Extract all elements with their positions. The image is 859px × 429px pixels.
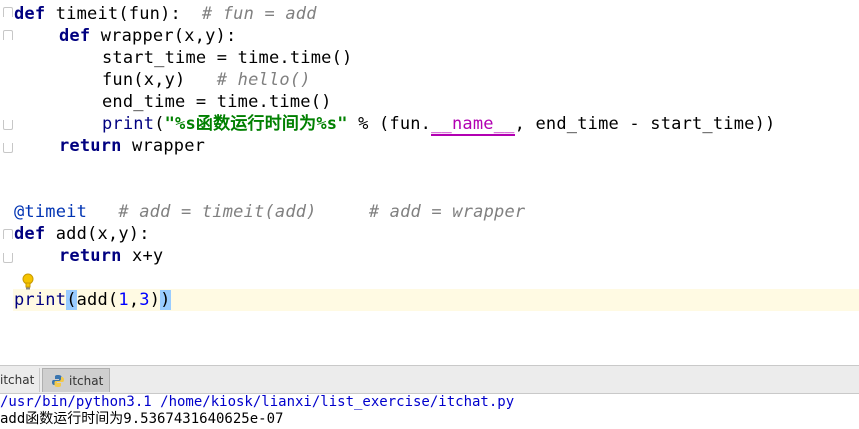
code-line-5[interactable]: end_time = time.time() <box>102 91 332 113</box>
editor-gutter <box>0 0 13 365</box>
keyword-def: def <box>59 26 91 46</box>
code-text: , end_time - start_time)) <box>514 114 776 134</box>
tab-label: itchat <box>0 373 35 387</box>
code-decorator: @timeit <box>14 202 88 222</box>
code-line-7[interactable]: return wrapper <box>59 135 205 157</box>
keyword-def: def <box>14 4 46 24</box>
code-comment: # hello() <box>216 70 311 90</box>
builtin-print: print <box>14 290 67 310</box>
keyword-return: return <box>59 246 122 266</box>
code-paren: ( <box>154 114 165 134</box>
code-line-11[interactable]: def add(x,y): <box>14 223 150 245</box>
code-line-6[interactable]: print("%s函数运行时间为%s" % (fun.__name__, end… <box>102 113 776 136</box>
code-line-12[interactable]: return x+y <box>59 245 163 267</box>
code-editor[interactable]: def timeit(fun): # fun = add def wrapper… <box>0 0 859 365</box>
tab-itchat-active[interactable]: itchat <box>42 368 110 392</box>
code-text: x+y <box>121 246 164 266</box>
code-text: wrapper(x,y): <box>90 26 237 46</box>
code-text: timeit(fun): <box>45 4 202 24</box>
fold-marker-add[interactable] <box>3 229 13 239</box>
fold-marker-wrapper[interactable] <box>3 30 13 40</box>
code-comment: # add = wrapper <box>368 202 526 222</box>
matched-paren-open: ( <box>66 290 77 310</box>
builtin-print: print <box>102 114 155 134</box>
code-line-2[interactable]: def wrapper(x,y): <box>59 25 236 47</box>
code-text: wrapper <box>121 136 206 156</box>
keyword-return: return <box>59 136 122 156</box>
code-text: fun(x,y) <box>102 70 217 90</box>
tab-label: itchat <box>69 374 104 388</box>
code-comment: # add = timeit(add) <box>118 202 317 222</box>
console-command: /usr/bin/python3.1 /home/kiosk/lianxi/li… <box>0 394 515 410</box>
fold-marker-timeit[interactable] <box>3 7 13 17</box>
run-console[interactable]: /usr/bin/python3.1 /home/kiosk/lianxi/li… <box>0 394 859 429</box>
code-line-3[interactable]: start_time = time.time() <box>102 47 352 69</box>
fold-end-add[interactable] <box>3 253 13 263</box>
code-line-4[interactable]: fun(x,y) # hello() <box>102 69 311 91</box>
code-text: start_time = time.time() <box>102 48 353 68</box>
code-text: add(x,y): <box>45 224 150 244</box>
code-line-14[interactable]: print(add(1,3)) <box>14 289 171 311</box>
code-line-10[interactable]: @timeit # add = timeit(add) # add = wrap… <box>14 201 525 223</box>
code-line-1[interactable]: def timeit(fun): # fun = add <box>14 3 317 25</box>
matched-paren-close: ) <box>160 290 171 310</box>
code-number: 1 <box>118 290 129 310</box>
tab-itchat-previous[interactable]: itchat <box>0 368 40 392</box>
console-output: add函数运行时间为9.5367431640625e-07 <box>0 411 284 427</box>
code-text: end_time = time.time() <box>102 92 332 112</box>
code-text: add( <box>76 290 119 310</box>
code-string: "%s函数运行时间为%s" <box>164 114 348 134</box>
run-tab-bar: itchat itchat <box>0 365 859 394</box>
code-comment: # fun = add <box>201 4 317 24</box>
code-number: 3 <box>139 290 150 310</box>
code-text: % (fun. <box>347 114 432 134</box>
code-magic-name: __name__ <box>431 114 515 136</box>
python-icon <box>52 375 64 387</box>
keyword-def: def <box>14 224 46 244</box>
code-text: ) <box>149 290 161 310</box>
fold-end-timeit[interactable] <box>3 143 13 153</box>
code-text: , <box>128 290 140 310</box>
fold-end-wrapper[interactable] <box>3 120 13 130</box>
